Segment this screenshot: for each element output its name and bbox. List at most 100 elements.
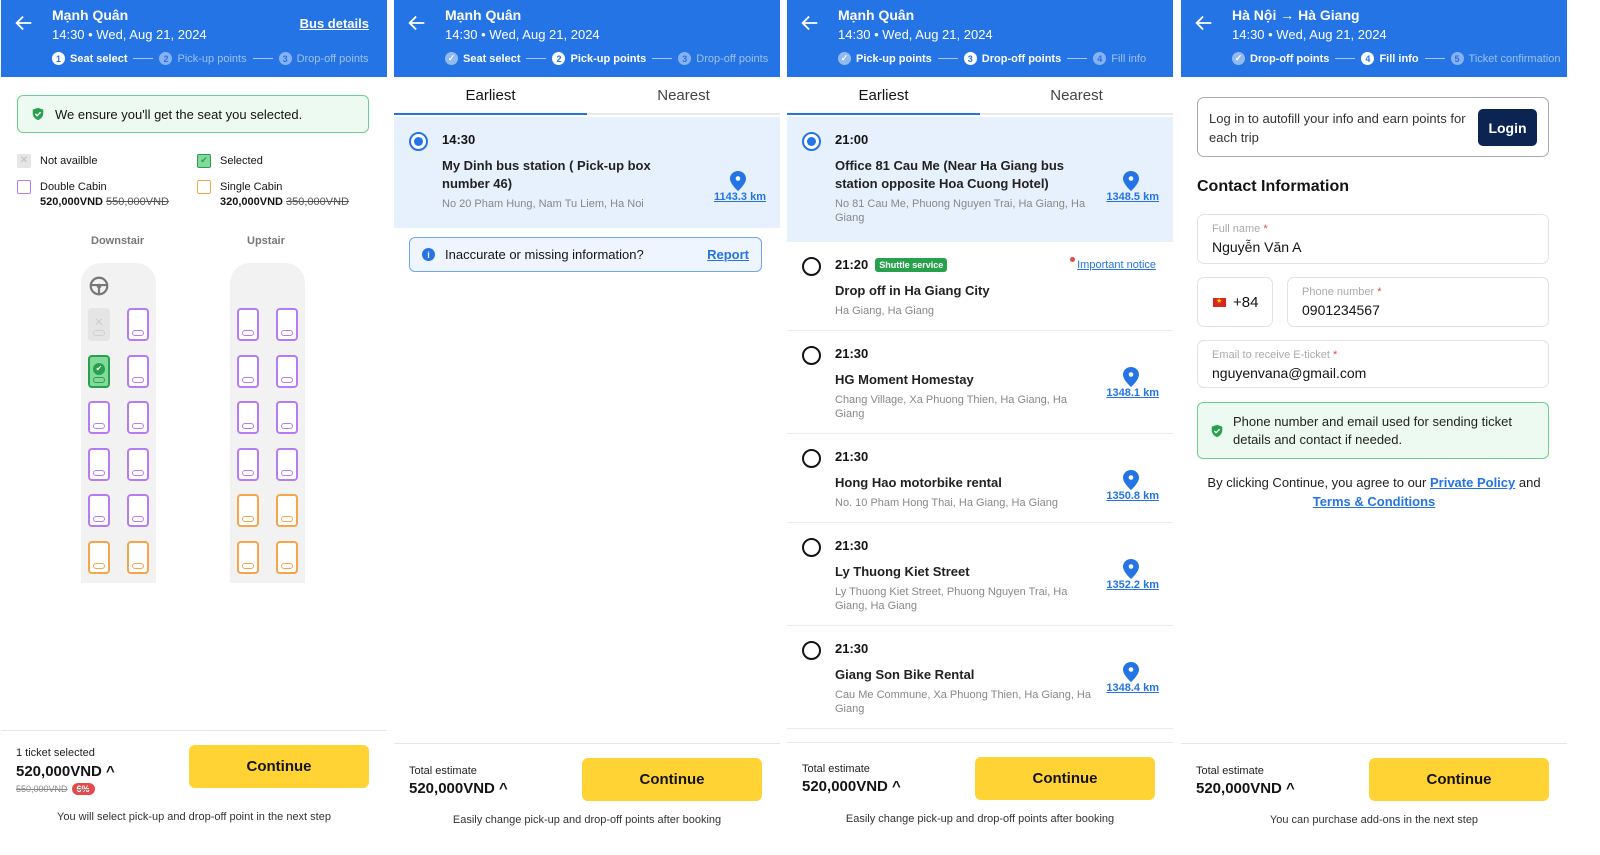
continue-button[interactable]: Continue: [1369, 758, 1549, 801]
seat-double[interactable]: [237, 401, 259, 434]
map-pin-icon[interactable]: [1123, 559, 1139, 579]
step-number: 5: [1450, 52, 1464, 65]
step-number: 1: [52, 52, 65, 65]
pillow-icon: [242, 562, 254, 569]
continue-button[interactable]: Continue: [975, 757, 1155, 800]
point-item[interactable]: 14:30 My Dinh bus station ( Pick-up box n…: [394, 117, 780, 228]
map-pin-icon[interactable]: [1123, 367, 1139, 387]
continue-button[interactable]: Continue: [582, 758, 762, 801]
seat-single[interactable]: [276, 540, 298, 574]
seat-double[interactable]: [237, 308, 259, 341]
country-code-select[interactable]: +84: [1197, 277, 1273, 327]
seat-double[interactable]: [127, 354, 149, 388]
seat-double[interactable]: [88, 494, 110, 527]
point-item[interactable]: 21:00 Office 81 Cau Me (Near Ha Giang bus…: [787, 117, 1173, 242]
seat-single[interactable]: [88, 540, 110, 574]
radio-button[interactable]: [802, 132, 821, 151]
seat-double[interactable]: [88, 401, 110, 434]
x-icon: ✕: [93, 315, 105, 329]
distance-link[interactable]: 1348.5 km: [1106, 191, 1159, 203]
footer-note: Easily change pick-up and drop-off point…: [452, 814, 722, 826]
radio-button[interactable]: [802, 449, 821, 468]
point-item[interactable]: 21:30 Giang Son Bike Rental Cau Me Commune…: [787, 626, 1173, 729]
radio-button[interactable]: [802, 346, 821, 365]
seat-double[interactable]: [127, 401, 149, 434]
distance-link[interactable]: 1350.8 km: [1106, 490, 1159, 502]
radio-button[interactable]: [802, 641, 821, 660]
tab-nearest[interactable]: Nearest: [980, 77, 1173, 113]
point-item[interactable]: 21:20 Shuttle service Important notice Drop…: [787, 242, 1173, 331]
distance-link[interactable]: 1348.4 km: [1106, 682, 1159, 694]
back-arrow-icon[interactable]: [406, 12, 428, 34]
total-label: Total estimate: [1196, 765, 1264, 777]
seat-single[interactable]: [237, 494, 259, 527]
map-pin-icon[interactable]: [1123, 470, 1139, 490]
full-name-field[interactable]: Full name * Nguyễn Văn A: [1197, 214, 1549, 264]
tab-earliest[interactable]: Earliest: [394, 77, 587, 115]
point-name: My Dinh bus station ( Pick-up box number…: [442, 158, 651, 191]
tab-earliest[interactable]: Earliest: [787, 77, 980, 115]
seat-selected[interactable]: ✔: [88, 354, 110, 388]
seat-single[interactable]: [276, 494, 298, 527]
back-arrow-icon[interactable]: [799, 12, 821, 34]
footer-note: You will select pick-up and drop-off poi…: [57, 811, 331, 823]
total-price[interactable]: 520,000VND ^: [409, 780, 508, 797]
point-item[interactable]: 21:30 HG Moment Homestay Chang Village, Xa…: [787, 331, 1173, 434]
total-price[interactable]: 520,000VND ^: [802, 778, 901, 795]
header: Mạnh Quân 14:30 • Wed, Aug 21, 2024 ✓ Pic…: [787, 0, 1173, 77]
seat-double[interactable]: [276, 401, 298, 434]
stepper: ✓ Seat select 2 Pick-up points 3 Drop-off poi…: [445, 52, 768, 65]
pillow-icon: [132, 469, 144, 476]
required-mark: *: [1263, 223, 1268, 235]
radio-button[interactable]: [802, 257, 821, 276]
seat-double[interactable]: [127, 308, 149, 341]
point-name: Ly Thuong Kiet Street: [835, 564, 970, 579]
report-link[interactable]: Report: [707, 247, 749, 262]
step-label: Drop-off points: [296, 52, 369, 65]
map-pin-icon[interactable]: [730, 171, 746, 191]
step-pick-up-points: 2 Pick-up points: [552, 52, 646, 65]
back-arrow-icon[interactable]: [13, 12, 35, 34]
bus-details-link[interactable]: Bus details: [300, 16, 369, 31]
continue-button[interactable]: Continue: [189, 745, 369, 788]
seat-double[interactable]: [276, 308, 298, 341]
header-subtitle: 14:30 • Wed, Aug 21, 2024: [1232, 27, 1387, 42]
pillow-icon: [132, 423, 144, 429]
required-mark: *: [1377, 286, 1382, 298]
point-item[interactable]: 21:30 Ly Thuong Kiet Street Ly Thuong Kiet…: [787, 523, 1173, 626]
phone-number-field[interactable]: Phone number * 0901234567: [1287, 277, 1549, 327]
map-pin-icon[interactable]: [1123, 662, 1139, 682]
radio-button[interactable]: [409, 132, 428, 151]
distance-link[interactable]: 1143.3 km: [714, 191, 766, 203]
privacy-policy-link[interactable]: Private Policy: [1430, 475, 1515, 490]
seat-double[interactable]: [276, 447, 298, 481]
step-check-icon: ✓: [1232, 52, 1245, 65]
contact-info-title: Contact Information: [1197, 178, 1349, 195]
step-separator: [133, 58, 154, 59]
seat-single[interactable]: [127, 540, 149, 574]
seat-double[interactable]: [127, 447, 149, 481]
stepper: 1 Seat select 2 Pick-up points 3 Drop-off poi…: [52, 52, 369, 65]
seat-double[interactable]: [276, 354, 298, 388]
seat-single[interactable]: [237, 540, 259, 574]
pillow-icon: [132, 562, 144, 569]
downstairs-deck: ✕ ✔: [81, 263, 156, 583]
distance-link[interactable]: 1348.1 km: [1106, 387, 1159, 399]
email-field[interactable]: Email to receive E-ticket * nguyenvana@g…: [1197, 340, 1549, 388]
seat-double[interactable]: [127, 494, 149, 527]
legend-single-cabin: Single Cabin 320,000VND 350,000VND: [197, 180, 349, 208]
seat-double[interactable]: [237, 354, 259, 388]
tab-nearest[interactable]: Nearest: [587, 77, 780, 113]
seat-double[interactable]: [237, 447, 259, 481]
distance-link[interactable]: 1352.2 km: [1106, 579, 1159, 591]
total-price[interactable]: 520,000VND ^: [1196, 780, 1295, 797]
login-button[interactable]: Login: [1478, 109, 1537, 146]
point-item[interactable]: 21:30 Hong Hao motorbike rental No. 10 Pha…: [787, 434, 1173, 523]
terms-conditions-link[interactable]: Terms & Conditions: [1313, 494, 1436, 509]
back-arrow-icon[interactable]: [1193, 12, 1215, 34]
seat-double[interactable]: [88, 447, 110, 481]
important-notice-link[interactable]: Important notice: [1070, 257, 1156, 271]
total-price[interactable]: 520,000VND ^: [16, 763, 115, 780]
radio-button[interactable]: [802, 538, 821, 557]
map-pin-icon[interactable]: [1123, 171, 1139, 191]
